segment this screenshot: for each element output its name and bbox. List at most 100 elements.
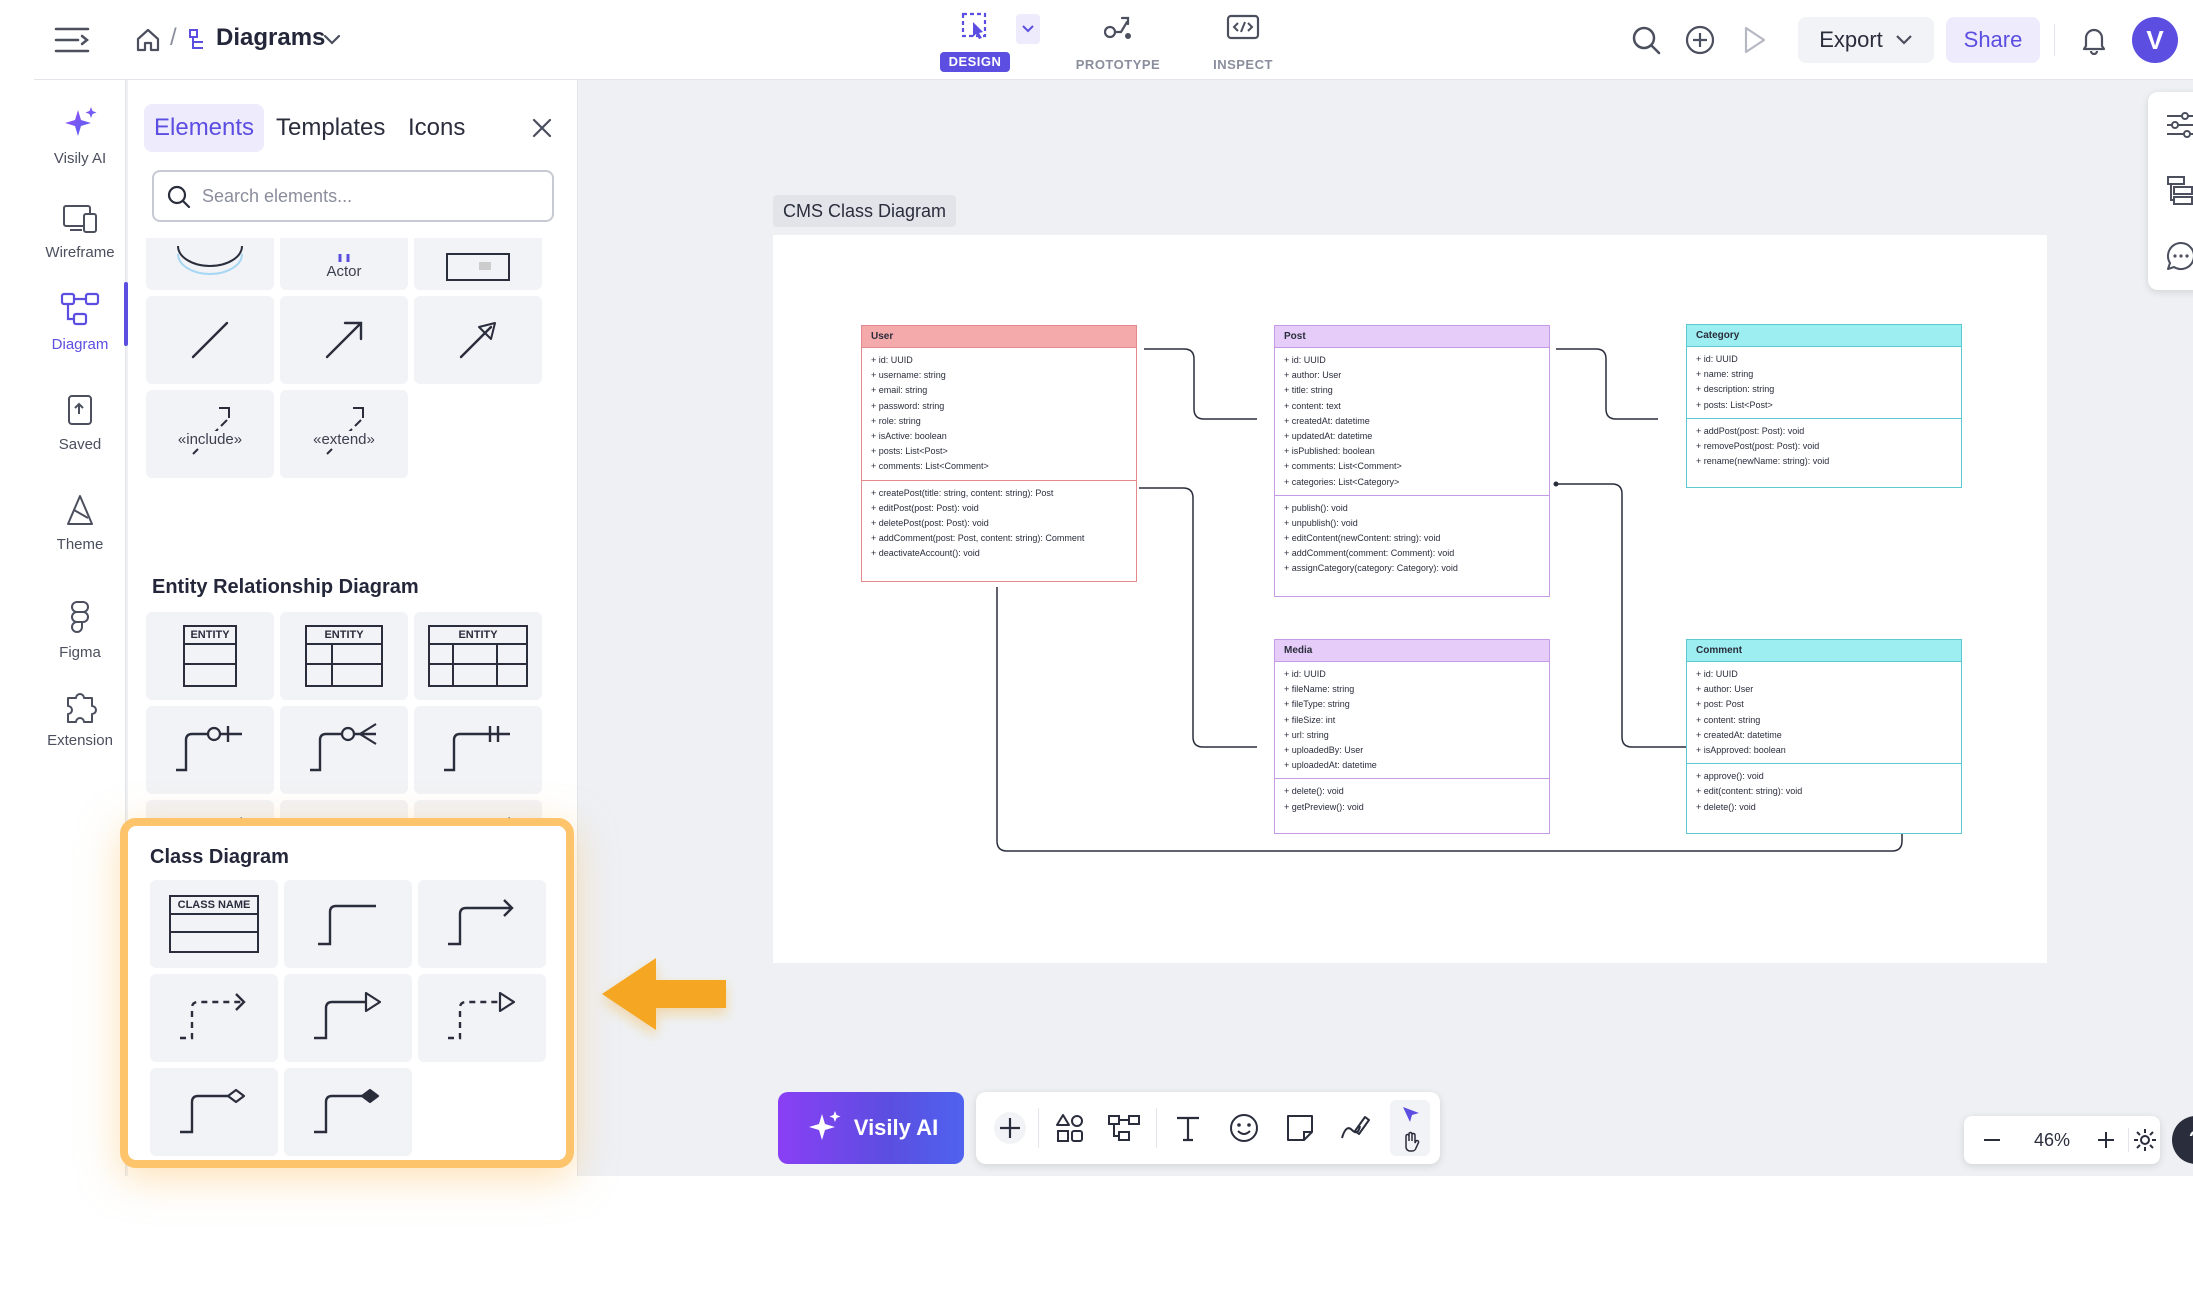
class-attribute: + createdAt: datetime	[1284, 415, 1370, 426]
element-tile-arrow-filled[interactable]	[414, 296, 542, 384]
mode-design[interactable]: DESIGN	[940, 8, 1010, 72]
element-tile-entity-1[interactable]: ENTITY	[146, 612, 274, 700]
design-dropdown-button[interactable]	[1016, 14, 1040, 44]
element-tile-erd-zero-many[interactable]	[280, 706, 408, 794]
tab-icons[interactable]: Icons	[398, 104, 475, 152]
mode-inspect[interactable]: INSPECT	[1198, 8, 1288, 72]
class-methods: + approve(): void + edit(content: string)…	[1687, 763, 1961, 820]
element-tile-entity-2[interactable]: ENTITY	[280, 612, 408, 700]
play-icon[interactable]	[1736, 22, 1772, 58]
class-method: + editPost(post: Post): void	[871, 502, 979, 513]
class-media[interactable]: Media + id: UUID + fileName: string + file…	[1274, 639, 1550, 834]
element-tile-actor[interactable]: Actor	[280, 238, 408, 290]
emoji-icon[interactable]	[1226, 1110, 1262, 1146]
chevron-down-icon[interactable]	[320, 28, 344, 52]
search-input[interactable]	[202, 182, 542, 210]
visily-ai-button[interactable]: Visily AI	[778, 1092, 964, 1164]
sliders-icon[interactable]	[2165, 110, 2193, 145]
element-tile-erd-one-one[interactable]	[414, 706, 542, 794]
element-tile-association[interactable]	[284, 880, 412, 968]
element-tile-entity-3[interactable]: ENTITY	[414, 612, 542, 700]
close-icon[interactable]	[528, 114, 556, 142]
shapes-icon[interactable]	[1052, 1110, 1088, 1146]
element-tile-dependency[interactable]	[150, 974, 278, 1062]
menu-icon[interactable]	[52, 20, 92, 60]
diagram-tool-icon[interactable]	[1106, 1110, 1142, 1146]
search-box[interactable]	[152, 170, 554, 222]
cursor-icon[interactable]	[1400, 1104, 1422, 1126]
zoom-out-icon[interactable]	[1978, 1126, 2006, 1154]
class-user[interactable]: User + id: UUID + username: string + email…	[861, 325, 1137, 582]
rail-item-visily-ai[interactable]: Visily AI	[34, 104, 126, 167]
bell-icon[interactable]	[2078, 24, 2110, 56]
pen-icon[interactable]	[1338, 1110, 1374, 1146]
breadcrumb-title[interactable]: Diagrams	[216, 24, 325, 52]
export-button[interactable]: Export	[1798, 17, 1934, 63]
breadcrumb-separator: /	[170, 24, 177, 51]
class-name: Comment	[1687, 640, 1961, 662]
include-label: «include»	[146, 431, 274, 448]
sparkle-icon	[65, 107, 97, 136]
rail-item-extension[interactable]: Extension	[34, 686, 126, 749]
class-attribute: + author: User	[1696, 684, 1754, 695]
puzzle-icon	[67, 693, 97, 723]
zoom-in-icon[interactable]	[2092, 1126, 2120, 1154]
rail-item-saved[interactable]: Saved	[34, 390, 126, 453]
element-tile-extend[interactable]: «extend»	[280, 390, 408, 478]
class-attribute: + updatedAt: datetime	[1284, 430, 1373, 441]
mode-prototype[interactable]: PROTOTYPE	[1068, 8, 1168, 72]
frame-label[interactable]: CMS Class Diagram	[773, 195, 957, 227]
element-tile-aggregation[interactable]	[150, 1068, 278, 1156]
element-tile-directed-association[interactable]	[418, 880, 546, 968]
class-comment[interactable]: Comment + id: UUID + author: User + post: …	[1686, 639, 1962, 834]
add-icon[interactable]	[992, 1110, 1028, 1146]
share-button[interactable]: Share	[1946, 17, 2040, 63]
tab-elements[interactable]: Elements	[144, 104, 265, 152]
element-tile-line[interactable]	[146, 296, 274, 384]
class-category[interactable]: Category + id: UUID + name: string + descr…	[1686, 324, 1962, 488]
class-attribute: + email: string	[871, 385, 928, 396]
add-circle-icon[interactable]	[1682, 22, 1718, 58]
diagram-icon	[60, 292, 100, 326]
layers-icon[interactable]	[2165, 174, 2193, 211]
divider	[1038, 1108, 1039, 1148]
rail-item-figma[interactable]: Figma	[34, 598, 126, 661]
element-tile-erd-zero-one[interactable]	[146, 706, 274, 794]
class-attributes: + id: UUID + author: User + title: string +…	[1275, 348, 1549, 495]
element-tile-arrow[interactable]	[280, 296, 408, 384]
theme-icon	[67, 495, 93, 525]
class-post[interactable]: Post + id: UUID + author: User + title: st…	[1274, 325, 1550, 597]
sticky-note-icon[interactable]	[1282, 1110, 1318, 1146]
top-bar: / Diagrams DESIGN PROTOTYPE INSPECT Expo…	[34, 0, 2193, 80]
hand-icon[interactable]	[1400, 1130, 1422, 1152]
element-tile-generalization[interactable]	[284, 974, 412, 1062]
class-attributes: + id: UUID + username: string + email: str…	[862, 348, 1136, 480]
element-tile-circle[interactable]	[146, 238, 274, 290]
tab-templates[interactable]: Templates	[266, 104, 395, 152]
element-tile-include[interactable]: «include»	[146, 390, 274, 478]
text-icon[interactable]	[1170, 1110, 1206, 1146]
element-tile-class[interactable]: CLASS NAME	[150, 880, 278, 968]
rail-item-theme[interactable]: Theme	[34, 490, 126, 553]
figma-icon	[71, 601, 89, 633]
rail-item-wireframe[interactable]: Wireframe	[34, 198, 126, 261]
element-tile-realization[interactable]	[418, 974, 546, 1062]
class-attribute: + uploadedAt: datetime	[1284, 760, 1377, 771]
class-attribute: + author: User	[1284, 370, 1342, 381]
class-method: + deactivateAccount(): void	[871, 548, 980, 559]
home-icon[interactable]	[132, 24, 164, 56]
diagram-frame[interactable]: User + id: UUID + username: string + email…	[773, 235, 2047, 963]
class-attribute: + fileSize: int	[1284, 714, 1336, 725]
settings-gear-icon[interactable]	[2132, 1127, 2158, 1153]
element-tile-frame[interactable]	[414, 238, 542, 290]
share-label: Share	[1963, 27, 2023, 52]
help-button[interactable]: ?	[2172, 1116, 2193, 1164]
search-icon[interactable]	[1628, 22, 1664, 58]
comment-icon[interactable]	[2165, 240, 2193, 277]
class-method: + assignCategory(category: Category): vo…	[1284, 563, 1458, 574]
class-attribute: + username: string	[871, 370, 946, 381]
rail-item-diagram[interactable]: Diagram	[34, 282, 128, 353]
zoom-level[interactable]: 46%	[2022, 1130, 2082, 1151]
element-tile-composition[interactable]	[284, 1068, 412, 1156]
avatar[interactable]: V	[2132, 17, 2178, 63]
